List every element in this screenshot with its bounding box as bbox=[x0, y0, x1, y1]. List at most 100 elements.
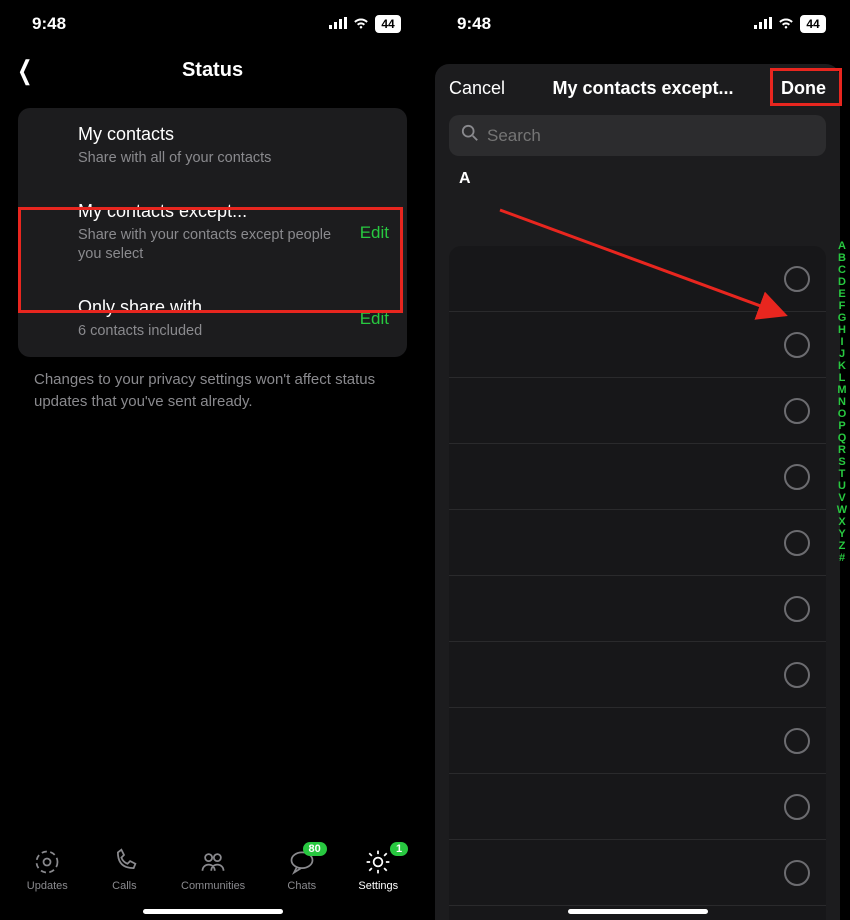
option-subtitle: Share with your contacts except people y… bbox=[78, 226, 338, 265]
select-circle-icon[interactable] bbox=[784, 662, 810, 688]
alpha-letter[interactable]: K bbox=[834, 360, 850, 372]
alpha-letter[interactable]: S bbox=[834, 456, 850, 468]
contact-row[interactable] bbox=[449, 840, 826, 906]
privacy-options-group: My contacts Share with all of your conta… bbox=[18, 108, 407, 357]
tab-bar: Updates Calls Communities 80 Chats 1 Set… bbox=[0, 840, 425, 896]
select-circle-icon[interactable] bbox=[784, 728, 810, 754]
alpha-letter[interactable]: P bbox=[834, 420, 850, 432]
tab-label: Chats bbox=[287, 880, 316, 892]
alpha-letter[interactable]: I bbox=[834, 336, 850, 348]
page-title: Status bbox=[182, 59, 243, 82]
select-circle-icon[interactable] bbox=[784, 332, 810, 358]
left-screen: 9:48 44 ❮ Status My contacts Share with … bbox=[0, 0, 425, 920]
select-circle-icon[interactable] bbox=[784, 464, 810, 490]
wifi-icon bbox=[352, 14, 370, 34]
option-subtitle: Share with all of your contacts bbox=[78, 149, 271, 169]
alpha-letter[interactable]: E bbox=[834, 288, 850, 300]
alpha-letter[interactable]: # bbox=[834, 552, 850, 564]
alpha-letter[interactable]: F bbox=[834, 300, 850, 312]
tab-label: Settings bbox=[358, 880, 398, 892]
alpha-letter[interactable]: W bbox=[834, 504, 850, 516]
option-my-contacts[interactable]: My contacts Share with all of your conta… bbox=[18, 108, 407, 185]
alpha-letter[interactable]: T bbox=[834, 468, 850, 480]
alpha-letter[interactable]: R bbox=[834, 444, 850, 456]
select-circle-icon[interactable] bbox=[784, 596, 810, 622]
settings-badge: 1 bbox=[390, 842, 408, 856]
contact-row[interactable] bbox=[449, 312, 826, 378]
alpha-letter[interactable]: C bbox=[834, 264, 850, 276]
contact-row[interactable] bbox=[449, 444, 826, 510]
alpha-letter[interactable]: X bbox=[834, 516, 850, 528]
alpha-letter[interactable]: N bbox=[834, 396, 850, 408]
alpha-letter[interactable]: A bbox=[834, 240, 850, 252]
tab-chats[interactable]: 80 Chats bbox=[287, 848, 317, 892]
option-title: My contacts except... bbox=[78, 201, 338, 222]
contact-row[interactable] bbox=[449, 246, 826, 312]
option-only-share-with[interactable]: Only share with... 6 contacts included E… bbox=[18, 281, 407, 358]
cancel-button[interactable]: Cancel bbox=[449, 78, 505, 99]
contacts-list[interactable] bbox=[449, 246, 826, 920]
alpha-letter[interactable]: H bbox=[834, 324, 850, 336]
alpha-letter[interactable]: Z bbox=[834, 540, 850, 552]
alpha-letter[interactable]: V bbox=[834, 492, 850, 504]
select-circle-icon[interactable] bbox=[784, 398, 810, 424]
nav-bar: ❮ Status bbox=[0, 48, 425, 92]
option-title: Only share with... bbox=[78, 297, 217, 318]
select-circle-icon[interactable] bbox=[784, 860, 810, 886]
contact-row[interactable] bbox=[449, 510, 826, 576]
search-bar[interactable] bbox=[449, 115, 826, 156]
status-bar: 9:48 44 bbox=[425, 0, 850, 44]
sheet-header: Cancel My contacts except... Done bbox=[435, 64, 840, 113]
option-title: My contacts bbox=[78, 124, 271, 145]
alpha-letter[interactable]: O bbox=[834, 408, 850, 420]
alpha-letter[interactable]: D bbox=[834, 276, 850, 288]
alpha-letter[interactable]: L bbox=[834, 372, 850, 384]
back-button[interactable]: ❮ bbox=[14, 55, 36, 86]
search-input[interactable] bbox=[487, 126, 814, 146]
search-icon bbox=[461, 124, 479, 147]
alpha-letter[interactable]: Q bbox=[834, 432, 850, 444]
contact-row[interactable] bbox=[449, 378, 826, 444]
edit-button[interactable]: Edit bbox=[360, 223, 389, 243]
sheet-title: My contacts except... bbox=[552, 78, 733, 99]
select-circle-icon[interactable] bbox=[784, 530, 810, 556]
right-screen: 9:48 44 Cancel My contacts except... Don… bbox=[425, 0, 850, 920]
contact-row[interactable] bbox=[449, 642, 826, 708]
alpha-letter[interactable]: M bbox=[834, 384, 850, 396]
alpha-letter[interactable]: J bbox=[834, 348, 850, 360]
tab-label: Updates bbox=[27, 880, 68, 892]
contact-row[interactable] bbox=[449, 708, 826, 774]
option-my-contacts-except[interactable]: My contacts except... Share with your co… bbox=[18, 185, 407, 281]
battery-icon: 44 bbox=[800, 15, 826, 33]
alpha-letter[interactable]: Y bbox=[834, 528, 850, 540]
select-circle-icon[interactable] bbox=[784, 266, 810, 292]
select-circle-icon[interactable] bbox=[784, 794, 810, 820]
alpha-letter[interactable]: U bbox=[834, 480, 850, 492]
tab-communities[interactable]: Communities bbox=[181, 848, 245, 892]
done-button[interactable]: Done bbox=[781, 78, 826, 99]
home-indicator bbox=[143, 909, 283, 914]
alpha-index[interactable]: ABCDEFGHIJKLMNOPQRSTUVWXYZ# bbox=[834, 240, 850, 564]
tab-label: Calls bbox=[112, 880, 136, 892]
edit-button[interactable]: Edit bbox=[360, 309, 389, 329]
alpha-letter[interactable]: G bbox=[834, 312, 850, 324]
alpha-letter[interactable]: B bbox=[834, 252, 850, 264]
tab-calls[interactable]: Calls bbox=[109, 848, 139, 892]
footer-note: Changes to your privacy settings won't a… bbox=[34, 369, 403, 413]
battery-icon: 44 bbox=[375, 15, 401, 33]
clock: 9:48 bbox=[32, 14, 66, 34]
chats-badge: 80 bbox=[303, 842, 327, 856]
tab-settings[interactable]: 1 Settings bbox=[358, 848, 398, 892]
clock: 9:48 bbox=[457, 14, 491, 34]
tab-updates[interactable]: Updates bbox=[27, 848, 68, 892]
contact-picker-sheet: Cancel My contacts except... Done A bbox=[435, 64, 840, 920]
signal-icon bbox=[754, 14, 772, 34]
signal-icon bbox=[329, 14, 347, 34]
contact-row[interactable] bbox=[449, 774, 826, 840]
wifi-icon bbox=[777, 14, 795, 34]
home-indicator bbox=[568, 909, 708, 914]
section-header: A bbox=[435, 166, 840, 196]
contact-row[interactable] bbox=[449, 576, 826, 642]
tab-label: Communities bbox=[181, 880, 245, 892]
option-subtitle: 6 contacts included bbox=[78, 322, 217, 342]
